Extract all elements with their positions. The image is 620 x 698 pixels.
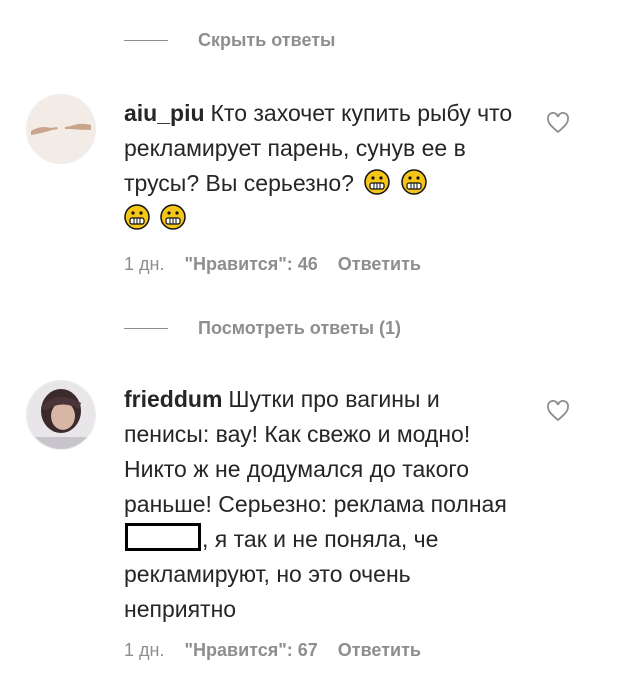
comment-body: aiu_piu Кто захочет купить рыбу что рекла… xyxy=(124,96,524,236)
comment-item: frieddum Шутки про вагины и пенисы: вау! … xyxy=(26,380,606,680)
grimacing-face-icon xyxy=(364,169,391,195)
avatar[interactable] xyxy=(26,380,96,450)
comment-time[interactable]: 1 дн. xyxy=(124,254,164,275)
grimacing-face-icon xyxy=(124,204,150,230)
username-link[interactable]: frieddum xyxy=(124,386,222,412)
comment-body: frieddum Шутки про вагины и пенисы: вау! … xyxy=(124,382,524,627)
reply-button[interactable]: Ответить xyxy=(338,254,421,275)
avatar[interactable] xyxy=(26,94,96,164)
divider-line xyxy=(124,328,168,329)
redaction-box xyxy=(125,523,201,551)
username-link[interactable]: aiu_piu xyxy=(124,100,205,126)
view-replies-label: Посмотреть ответы (1) xyxy=(198,318,401,338)
hide-replies-button[interactable]: Скрыть ответы xyxy=(124,30,335,51)
comment-meta: 1 дн. "Нравится": 67 Ответить xyxy=(124,640,421,661)
divider-line xyxy=(124,40,168,41)
likes-count[interactable]: "Нравится": 67 xyxy=(184,640,317,661)
likes-count[interactable]: "Нравится": 46 xyxy=(184,254,317,275)
heart-icon[interactable] xyxy=(546,112,570,134)
comment-time[interactable]: 1 дн. xyxy=(124,640,164,661)
reply-button[interactable]: Ответить xyxy=(338,640,421,661)
grimacing-face-icon xyxy=(401,169,427,195)
heart-icon[interactable] xyxy=(546,400,570,422)
comment-meta: 1 дн. "Нравится": 46 Ответить xyxy=(124,254,421,275)
view-replies-button[interactable]: Посмотреть ответы (1) xyxy=(124,318,401,339)
grimacing-face-icon xyxy=(160,204,187,230)
comment-item: aiu_piu Кто захочет купить рыбу что рекла… xyxy=(26,94,606,284)
hide-replies-label: Скрыть ответы xyxy=(198,30,336,50)
